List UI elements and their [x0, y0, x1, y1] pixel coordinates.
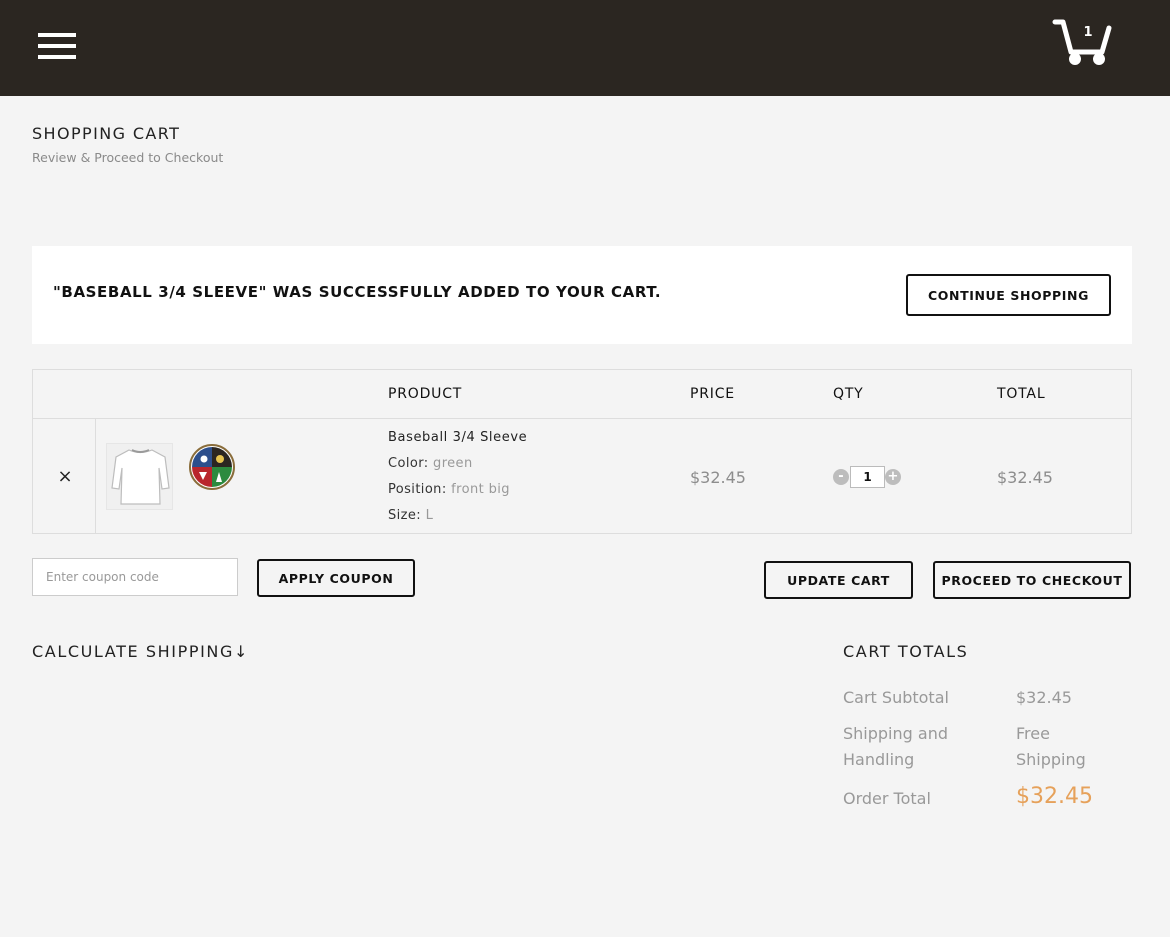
shipping-label: Shipping and Handling	[843, 724, 948, 769]
attribute-value: L	[425, 508, 434, 523]
qty-increase-button[interactable]: +	[885, 469, 901, 485]
calculate-shipping-toggle[interactable]: CALCULATE SHIPPING↓	[32, 642, 249, 661]
coupon-code-input[interactable]	[32, 558, 238, 596]
order-total-label: Order Total	[843, 789, 931, 808]
apply-coupon-button[interactable]: APPLY COUPON	[257, 559, 415, 597]
added-to-cart-notice: "BASEBALL 3/4 SLEEVE" WAS SUCCESSFULLY A…	[32, 246, 1132, 344]
top-bar: 1	[0, 0, 1170, 96]
attribute-value: front big	[451, 482, 510, 497]
header-total: TOTAL	[997, 386, 1046, 402]
cart-count-badge: 1	[1083, 25, 1093, 40]
product-name-link[interactable]: Baseball 3/4 Sleeve	[388, 430, 527, 445]
hamburger-line	[38, 55, 76, 59]
subtotal-label: Cart Subtotal	[843, 688, 949, 707]
quantity-input[interactable]	[850, 466, 885, 488]
team-logo-image	[189, 444, 235, 490]
page-subtitle: Review & Proceed to Checkout	[32, 150, 224, 165]
product-thumbnail-shirt[interactable]	[106, 443, 173, 510]
cart-table: PRODUCT PRICE QTY TOTAL × Baseball 3/4 S…	[32, 369, 1132, 534]
attribute-label: Color:	[388, 456, 429, 471]
table-header-divider	[33, 418, 1131, 419]
order-total-value: $32.45	[1016, 784, 1093, 809]
update-cart-button[interactable]: UPDATE CART	[764, 561, 913, 599]
product-attribute-position: Position: front big	[388, 482, 510, 497]
notice-message: "BASEBALL 3/4 SLEEVE" WAS SUCCESSFULLY A…	[53, 283, 662, 301]
product-attribute-size: Size: L	[388, 508, 433, 523]
shirt-icon	[111, 449, 170, 505]
attribute-label: Size:	[388, 508, 422, 523]
item-price: $32.45	[690, 468, 746, 487]
column-divider	[95, 419, 96, 534]
shipping-value: Free Shipping	[1016, 724, 1086, 769]
hamburger-line	[38, 33, 76, 37]
header-price: PRICE	[690, 386, 735, 402]
product-attribute-color: Color: green	[388, 456, 473, 471]
remove-item-button[interactable]: ×	[55, 466, 75, 487]
attribute-label: Position:	[388, 482, 447, 497]
attribute-value: green	[433, 456, 473, 471]
hamburger-menu-icon[interactable]	[38, 33, 78, 61]
cart-button[interactable]: 1	[1052, 16, 1114, 68]
proceed-to-checkout-button[interactable]: PROCEED TO CHECKOUT	[933, 561, 1131, 599]
qty-decrease-button[interactable]: -	[833, 469, 849, 485]
header-qty: QTY	[833, 386, 864, 402]
item-total: $32.45	[997, 468, 1053, 487]
page-title: SHOPPING CART	[32, 124, 181, 143]
cart-totals-title: CART TOTALS	[843, 642, 969, 661]
header-product: PRODUCT	[388, 386, 463, 402]
continue-shopping-button[interactable]: CONTINUE SHOPPING	[906, 274, 1111, 316]
shopping-cart-icon	[1052, 19, 1112, 65]
hamburger-line	[38, 44, 76, 48]
subtotal-value: $32.45	[1016, 688, 1072, 707]
